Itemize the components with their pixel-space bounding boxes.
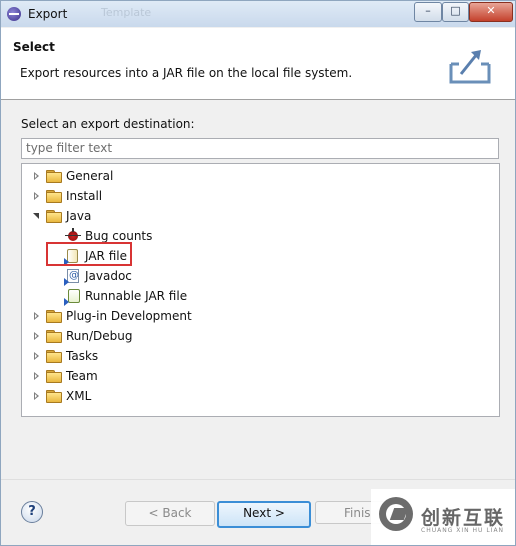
tree-node-run-debug[interactable]: Run/Debug [32, 327, 432, 345]
selection-highlight-box [46, 242, 132, 266]
folder-icon [46, 350, 62, 363]
filter-input[interactable] [22, 139, 496, 156]
watermark-logo-icon [379, 497, 413, 531]
bug-icon [65, 228, 81, 241]
title-bar[interactable]: Export Template – □ ✕ [1, 1, 515, 27]
expand-arrow-icon[interactable] [32, 367, 42, 385]
export-dialog: Export Template – □ ✕ Select Export reso… [0, 0, 516, 546]
minimize-button[interactable]: – [414, 2, 442, 22]
expand-arrow-icon[interactable] [32, 187, 42, 205]
expand-arrow-icon[interactable] [32, 167, 42, 185]
expand-arrow-icon[interactable] [32, 307, 42, 325]
tree-node-tasks[interactable]: Tasks [32, 347, 432, 365]
collapse-arrow-icon[interactable] [32, 207, 42, 225]
folder-icon [46, 170, 62, 183]
destination-tree[interactable]: General Install Java Bug counts JAR file [21, 163, 500, 417]
next-button[interactable]: Next > [217, 501, 311, 528]
tree-node-plug-in-development[interactable]: Plug-in Development [32, 307, 432, 325]
maximize-icon: □ [450, 4, 461, 17]
tree-node-label: Plug-in Development [66, 309, 192, 323]
back-button[interactable]: < Back [125, 501, 215, 526]
tree-node-java[interactable]: Java [32, 207, 432, 225]
help-icon: ? [28, 504, 36, 519]
tree-node-label: Java [66, 209, 92, 223]
destination-label: Select an export destination: [21, 117, 195, 131]
tree-node-label: Run/Debug [66, 329, 133, 343]
minimize-icon: – [425, 4, 431, 17]
filter-field[interactable] [21, 138, 499, 159]
folder-icon [46, 210, 62, 223]
tree-node-xml[interactable]: XML [32, 387, 432, 405]
tree-node-general[interactable]: General [32, 167, 432, 185]
tree-node-label: Javadoc [85, 269, 132, 283]
tree-node-install[interactable]: Install [32, 187, 432, 205]
window-title: Export [28, 7, 68, 21]
watermark-subtext: CHUANG XIN HU LIAN [421, 527, 505, 534]
eclipse-icon [7, 7, 21, 21]
tree-node-label: Install [66, 189, 103, 203]
watermark-text: 创新互联 [421, 507, 506, 529]
background-window-title: Template [101, 6, 152, 19]
expand-arrow-icon[interactable] [32, 387, 42, 405]
tree-node-label: General [66, 169, 114, 183]
runnable-jar-icon [68, 289, 80, 303]
close-icon: ✕ [486, 4, 496, 17]
tree-node-javadoc[interactable]: Javadoc [64, 267, 366, 286]
export-arrow-icon [64, 298, 69, 306]
watermark: 创新互联 CHUANG XIN HU LIAN [371, 489, 515, 545]
folder-icon [46, 190, 62, 203]
tree-node-label: Runnable JAR file [85, 289, 188, 303]
page-title: Select [13, 40, 55, 54]
tree-node-team[interactable]: Team [32, 367, 432, 385]
expand-arrow-icon[interactable] [32, 347, 42, 365]
maximize-button[interactable]: □ [442, 2, 469, 22]
tree-node-label: Team [66, 369, 98, 383]
folder-icon [46, 330, 62, 343]
folder-icon [46, 370, 62, 383]
page-description: Export resources into a JAR file on the … [20, 66, 353, 80]
export-arrow-icon [64, 278, 69, 286]
help-button[interactable]: ? [21, 501, 43, 523]
wizard-header: Select Export resources into a JAR file … [1, 28, 515, 100]
tree-node-runnable-jar-file[interactable]: Runnable JAR file [64, 287, 366, 306]
folder-icon [46, 390, 62, 403]
tree-node-label: XML [66, 389, 92, 403]
tree-node-label: Tasks [66, 349, 99, 363]
folder-icon [46, 310, 62, 323]
export-wizard-icon [449, 50, 491, 84]
close-button[interactable]: ✕ [469, 2, 513, 22]
expand-arrow-icon[interactable] [32, 327, 42, 345]
footer-divider [1, 479, 515, 480]
